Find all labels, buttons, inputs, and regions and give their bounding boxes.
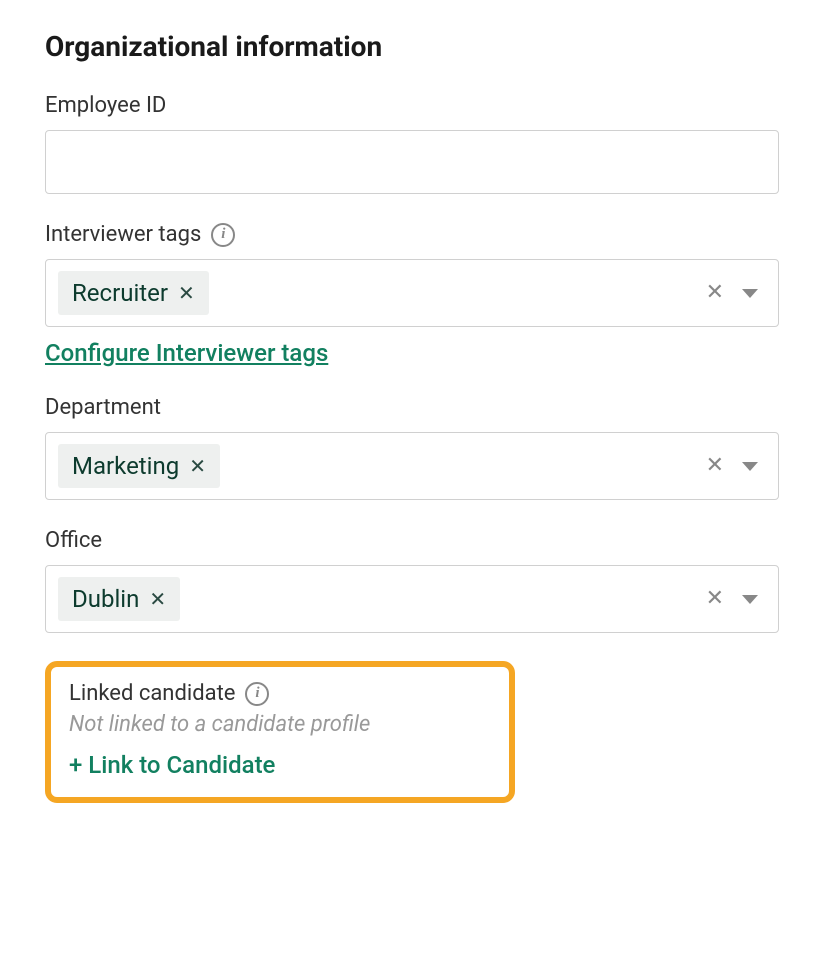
employee-id-input[interactable]	[45, 130, 779, 194]
linked-candidate-label: Linked candidate i	[69, 681, 491, 706]
interviewer-tags-select[interactable]: Recruiter ✕ ✕	[45, 259, 779, 327]
office-group: Office Dublin ✕ ✕	[45, 528, 779, 633]
section-title: Organizational information	[45, 30, 779, 63]
interviewer-tags-label-text: Interviewer tags	[45, 222, 201, 247]
chevron-down-icon[interactable]	[742, 462, 758, 471]
close-icon[interactable]: ✕	[149, 589, 166, 609]
department-label: Department	[45, 395, 779, 420]
linked-candidate-label-text: Linked candidate	[69, 681, 235, 706]
tag-dublin[interactable]: Dublin ✕	[58, 577, 180, 621]
linked-candidate-status: Not linked to a candidate profile	[69, 712, 491, 737]
close-icon[interactable]: ✕	[189, 456, 206, 476]
clear-all-icon[interactable]: ✕	[706, 588, 724, 610]
clear-all-icon[interactable]: ✕	[706, 282, 724, 304]
office-taglist: Dublin ✕	[58, 577, 180, 621]
info-icon[interactable]: i	[211, 223, 235, 247]
department-select[interactable]: Marketing ✕ ✕	[45, 432, 779, 500]
tag-recruiter[interactable]: Recruiter ✕	[58, 271, 209, 315]
department-group: Department Marketing ✕ ✕	[45, 395, 779, 500]
link-to-candidate-button[interactable]: + Link to Candidate	[69, 751, 491, 779]
employee-id-label: Employee ID	[45, 93, 779, 118]
office-label: Office	[45, 528, 779, 553]
info-icon[interactable]: i	[245, 682, 269, 706]
tag-label: Dublin	[72, 585, 139, 613]
configure-interviewer-tags-link[interactable]: Configure Interviewer tags	[45, 339, 328, 367]
tag-label: Recruiter	[72, 279, 168, 307]
office-select[interactable]: Dublin ✕ ✕	[45, 565, 779, 633]
linked-candidate-highlight: Linked candidate i Not linked to a candi…	[45, 661, 515, 803]
interviewer-tags-taglist: Recruiter ✕	[58, 271, 209, 315]
clear-all-icon[interactable]: ✕	[706, 455, 724, 477]
interviewer-tags-controls: ✕	[706, 282, 766, 304]
employee-id-group: Employee ID	[45, 93, 779, 194]
chevron-down-icon[interactable]	[742, 595, 758, 604]
interviewer-tags-label: Interviewer tags i	[45, 222, 779, 247]
tag-label: Marketing	[72, 452, 179, 480]
department-controls: ✕	[706, 455, 766, 477]
office-controls: ✕	[706, 588, 766, 610]
interviewer-tags-group: Interviewer tags i Recruiter ✕ ✕ Configu…	[45, 222, 779, 367]
department-taglist: Marketing ✕	[58, 444, 220, 488]
chevron-down-icon[interactable]	[742, 289, 758, 298]
close-icon[interactable]: ✕	[178, 283, 195, 303]
tag-marketing[interactable]: Marketing ✕	[58, 444, 220, 488]
